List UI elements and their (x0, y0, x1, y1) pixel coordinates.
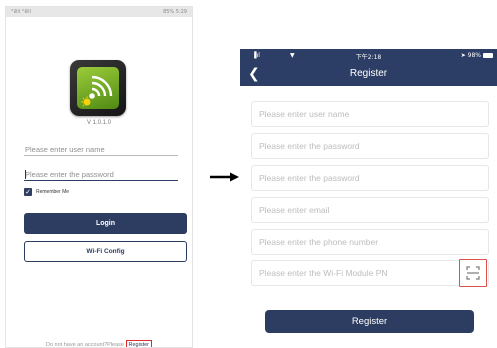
confirm-password-input[interactable] (251, 165, 489, 191)
battery-time-indicator: 85% 5:29 (163, 9, 187, 15)
phone-input[interactable] (251, 229, 489, 255)
remember-me-label: Remember Me (36, 189, 70, 195)
right-arrow-icon (210, 172, 239, 182)
register-link[interactable]: Register (125, 340, 152, 347)
status-bar: °₴il °₴il 85% 5:29 (6, 7, 192, 17)
login-screen: °₴il °₴il 85% 5:29 V 1.0.1.0 ✓ Remember … (5, 6, 193, 348)
username-input[interactable] (251, 101, 489, 127)
register-button[interactable]: Register (265, 310, 474, 333)
register-prompt: Do not have an account?Please Register (6, 340, 192, 348)
page-title: Register (349, 68, 388, 79)
qr-scan-icon (466, 266, 480, 280)
register-screen: ▐ıl ▼ 下午2:18 ➤ 98% ❮ Register Register (240, 49, 497, 348)
battery-icon (483, 53, 493, 58)
text-caret (25, 170, 26, 179)
status-bar: ▐ıl ▼ 下午2:18 ➤ 98% (240, 49, 497, 63)
login-button[interactable]: Login (24, 213, 187, 234)
qr-scan-button[interactable] (459, 259, 487, 287)
username-input[interactable] (24, 144, 178, 156)
wifi-module-pn-input[interactable] (251, 260, 489, 286)
app-logo-icon (70, 60, 126, 116)
password-input[interactable] (251, 133, 489, 159)
signal-indicator: °₴il °₴il (11, 9, 31, 15)
app-version: V 1.0.1.0 (86, 120, 112, 126)
remember-me-checkbox[interactable]: ✓ (24, 188, 32, 196)
wifi-config-button[interactable]: Wi-Fi Config (24, 241, 187, 262)
nav-bar: ❮ Register (240, 63, 497, 86)
status-time: 下午2:18 (355, 54, 382, 61)
register-prompt-text: Do not have an account?Please (46, 342, 124, 348)
email-input[interactable] (251, 197, 489, 223)
password-input[interactable] (24, 169, 178, 181)
battery-label: ➤ 98% (460, 52, 481, 59)
